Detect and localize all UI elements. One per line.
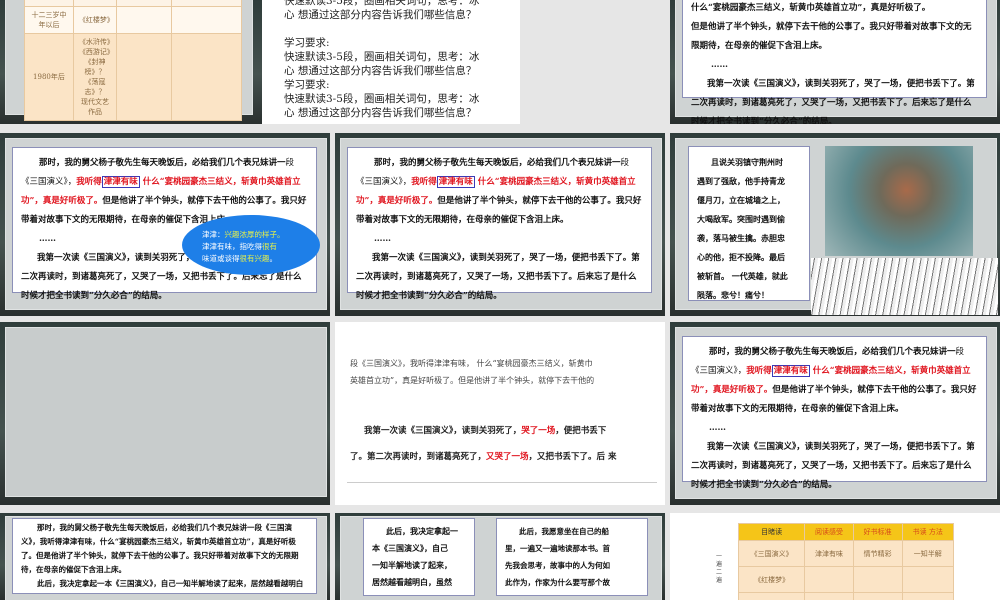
book-item: 《荡寇志》？: [84, 78, 106, 96]
right-text-panel: 此后，我愿意坐在自己的船 里，一遍又一遍地读那本书。首 先我会思考，故事中的人为何如…: [496, 518, 648, 596]
slide-thumbnail-10[interactable]: 那时，我的舅父杨子敬先生每天晚饭后，必给我们几个表兄妹讲一段《三国演义》，我听得…: [0, 513, 330, 600]
slide-frame: [5, 327, 327, 497]
book-item: 现代文艺作品: [80, 98, 109, 116]
learning-requirements: 快速默读3-5段，圈画相关词句，思考：冰心 想通过这部分内容告诉我们哪些信息？ …: [284, 0, 480, 119]
divider: [347, 482, 657, 483]
left-text-panel: 此后，我决定拿起一 本《三国演义》，自己 一知半解地读了起来， 居然越看越明白，虽然: [363, 518, 475, 596]
book-cell: 《红楼梦》: [72, 6, 118, 34]
annotation-cloud: 津津：兴趣浓厚的样子。 津津有味，指吃得很有 味道或谈得很有兴趣。: [182, 215, 320, 275]
book-item: 《封神榜》？: [84, 58, 106, 76]
slide-thumbnail-9[interactable]: 那时，我的舅父杨子敬先生每天晚饭后，必给我们几个表兄妹讲一段《三国演义》，我听得…: [670, 322, 1000, 505]
slide-thumbnail-11[interactable]: 此后，我决定拿起一 本《三国演义》，自己 一知半解地读了起来， 居然越看越明白，虽然 …: [335, 513, 665, 600]
slide-thumbnail-3[interactable]: 什么“宴桃园豪杰三结义，斩黄巾英雄首立功”，真是好听极了。 但是他讲了半个钟头，就…: [670, 0, 1000, 124]
book-item: 《西游记》: [78, 48, 114, 56]
passage-excerpt: 段《三国演义》，我听得津津有味， 什么“宴桃园豪杰三结义，斩黄巾 英雄首立功”，真…: [350, 359, 595, 385]
passage-panel: 那时，我的舅父杨子敬先生每天晚饭后，必给我们几个表兄妹讲一段《三国演义》，我听得…: [12, 518, 317, 594]
highlight-box: 津津有味: [436, 176, 475, 188]
age-cell: 十二三岁中年以后: [24, 6, 74, 34]
passage-panel: 什么“宴桃园豪杰三结义，斩黄巾英雄首立功”，真是好听极了。 但是他讲了半个钟头，就…: [682, 0, 987, 124]
book-item: 《水浒传》: [78, 38, 114, 46]
slide-thumbnail-8[interactable]: 段《三国演义》，我听得津津有味， 什么“宴桃园豪杰三结义，斩黄巾 英雄首立功”，真…: [335, 322, 665, 505]
reading-table: 十二三岁中年以后 《红楼梦》 1980年后 《水浒传》《西游记》《封神榜》？ 《荡寇…: [24, 0, 242, 121]
side-labels: 一遍 二遍: [716, 553, 723, 584]
passage-panel: 那时，我的舅父杨子敬先生每天晚饭后，必给我们几个表兄妹讲一段《三国演义》，我听得…: [682, 336, 987, 490]
battle-sketch-image: [811, 258, 998, 315]
slide-thumbnail-7[interactable]: [0, 322, 330, 505]
highlight-box: 津津有味: [771, 365, 810, 377]
guanyu-text-panel: 且说关羽镇守荆州时 遇到了强敌，他手持青龙 偃月刀，立在城墙之上， 大喝敌军。突围时遇…: [688, 146, 810, 301]
passage-excerpt-2: 我第一次读《三国演义》，读到关羽死了，哭了一场，便把书丢下 了。第二次再读时，到…: [350, 426, 617, 462]
slide-thumbnail-12[interactable]: 一遍 二遍 目睹读 阅读感受 好书标准 书读 方法 《三国演义》 津津有味 情节精彩 一知半解…: [670, 513, 1000, 600]
reading-method-table: 目睹读 阅读感受 好书标准 书读 方法 《三国演义》 津津有味 情节精彩 一知半解 《红楼梦…: [737, 523, 954, 600]
slide-thumbnail-4[interactable]: 那时，我的舅父杨子敬先生每天晚饭后，必给我们几个表兄妹讲一段《三国演义》，我听得…: [0, 133, 330, 316]
slide-thumbnail-2[interactable]: 快速默读3-5段，圈画相关词句，思考：冰心 想通过这部分内容告诉我们哪些信息？ …: [262, 0, 520, 124]
age-cell: 1980年后: [24, 33, 74, 121]
slide-thumbnail-6[interactable]: 且说关羽镇守荆州时 遇到了强敌，他手持青龙 偃月刀，立在城墙之上， 大喝敌军。突围时遇…: [670, 133, 1000, 316]
slide-thumbnail-5[interactable]: 那时，我的舅父杨子敬先生每天晚饭后，必给我们几个表兄妹讲一段《三国演义》，我听得…: [335, 133, 665, 316]
highlight-box: 津津有味: [101, 176, 140, 188]
slide-frame: 十二三岁中年以后 《红楼梦》 1980年后 《水浒传》《西游记》《封神榜》？ 《荡寇…: [5, 0, 253, 121]
passage-panel: 那时，我的舅父杨子敬先生每天晚饭后，必给我们几个表兄妹讲一段《三国演义》，我听得…: [347, 147, 652, 301]
guanyu-image: [825, 146, 973, 256]
